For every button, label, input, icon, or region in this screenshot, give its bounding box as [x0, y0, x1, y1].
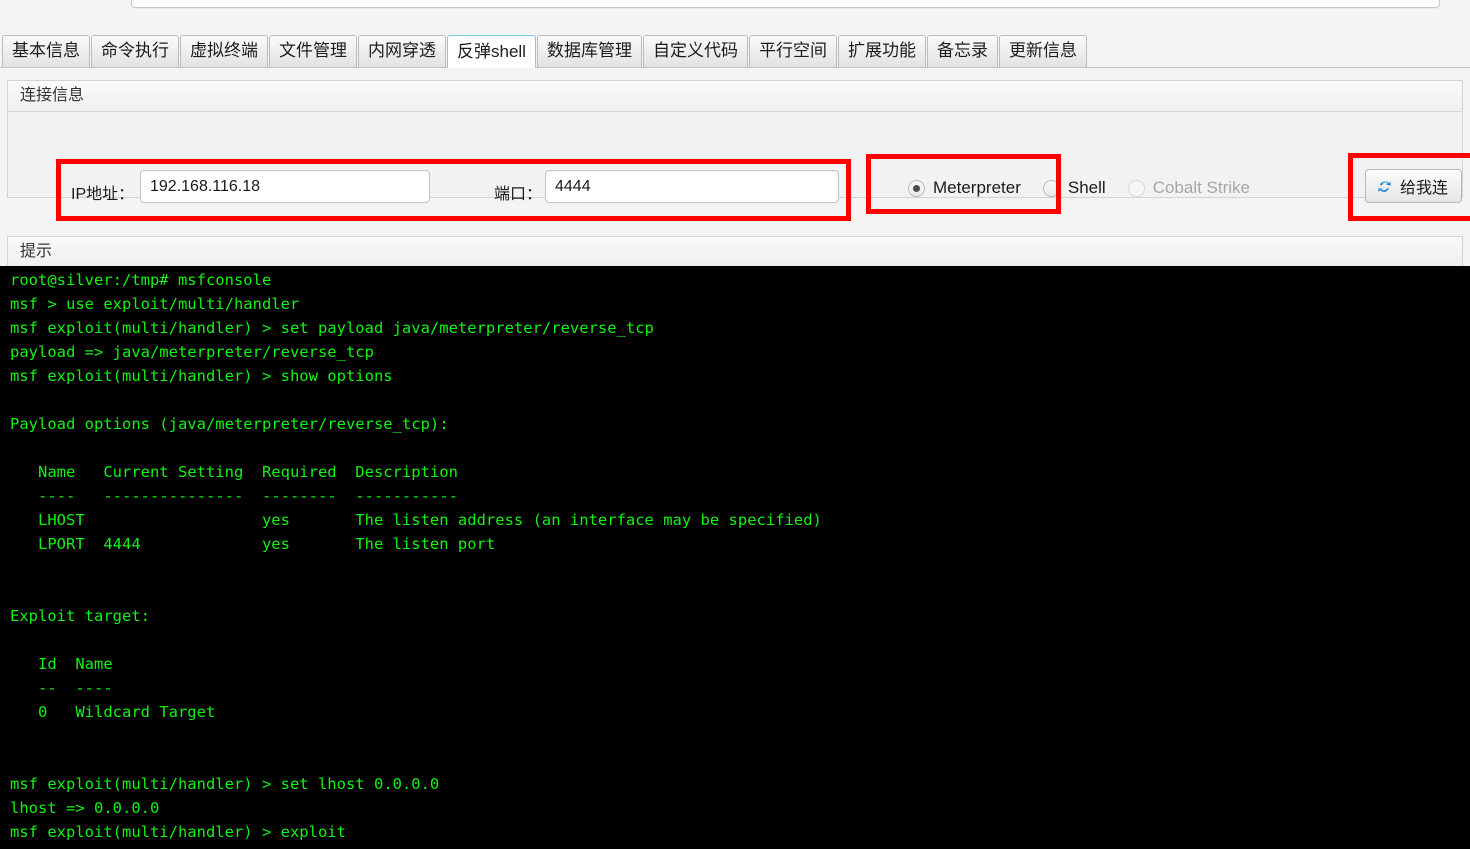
- payload-type-radio-group: Meterpreter Shell Cobalt Strike: [908, 178, 1272, 198]
- tab-11[interactable]: 更新信息: [998, 35, 1087, 67]
- radio-dot-icon: [908, 179, 925, 197]
- connection-info-body: IP地址： 端口： Meterpreter Shell Cobalt Strike: [8, 112, 1470, 221]
- radio-dot-icon: [1127, 179, 1145, 197]
- port-input[interactable]: [545, 170, 839, 203]
- connect-button[interactable]: 给我连: [1365, 169, 1463, 203]
- hint-panel: 提示: [7, 236, 1463, 269]
- radio-payload-type-1[interactable]: Shell: [1042, 178, 1106, 198]
- radio-dot-icon: [1042, 179, 1060, 197]
- ip-address-label: IP地址：: [71, 186, 135, 203]
- radio-payload-type-0[interactable]: Meterpreter: [908, 178, 1021, 198]
- port-label: 端口：: [494, 186, 543, 203]
- connection-info-title: 连接信息: [8, 81, 1462, 112]
- top-spacer: [0, 9, 1470, 29]
- connection-info-panel: 连接信息 IP地址： 端口： Meterpreter Shell Cobalt St…: [7, 80, 1470, 221]
- tab-0[interactable]: 基本信息: [2, 35, 90, 67]
- ip-address-input[interactable]: [140, 170, 430, 203]
- top-clipped-text-input[interactable]: [131, 0, 1440, 8]
- main-tabbar: 基本信息 命令执行 虚拟终端 文件管理 内网穿透 反弹shell 数据库管理 自定义代码 平行空…: [0, 29, 1470, 68]
- radio-label: Shell: [1067, 178, 1106, 197]
- radio-label: Meterpreter: [933, 178, 1021, 197]
- terminal-output[interactable]: root@silver:/tmp# msfconsole msf > use e…: [0, 266, 1470, 849]
- sync-refresh-icon: [1378, 180, 1391, 192]
- radio-label: Cobalt Strike: [1152, 178, 1251, 197]
- tab-10[interactable]: 备忘录: [926, 35, 998, 67]
- tab-8[interactable]: 平行空间: [748, 35, 837, 67]
- radio-payload-type-2: Cobalt Strike: [1127, 178, 1251, 198]
- tab-3[interactable]: 文件管理: [269, 35, 357, 67]
- tab-2[interactable]: 虚拟终端: [180, 35, 268, 67]
- tab-6[interactable]: 数据库管理: [536, 35, 642, 67]
- tab-4[interactable]: 内网穿透: [358, 35, 446, 67]
- tab-5-active[interactable]: 反弹shell: [447, 35, 536, 68]
- tab-9[interactable]: 扩展功能: [837, 35, 926, 67]
- connect-button-label: 给我连: [1400, 180, 1449, 197]
- hint-panel-title: 提示: [8, 237, 1462, 268]
- rebound-shell-page: 基本信息 命令执行 虚拟终端 文件管理 内网穿透 反弹shell 数据库管理 自定义代码 平行空…: [0, 0, 1470, 849]
- tab-1[interactable]: 命令执行: [91, 35, 179, 67]
- tab-7[interactable]: 自定义代码: [642, 35, 748, 67]
